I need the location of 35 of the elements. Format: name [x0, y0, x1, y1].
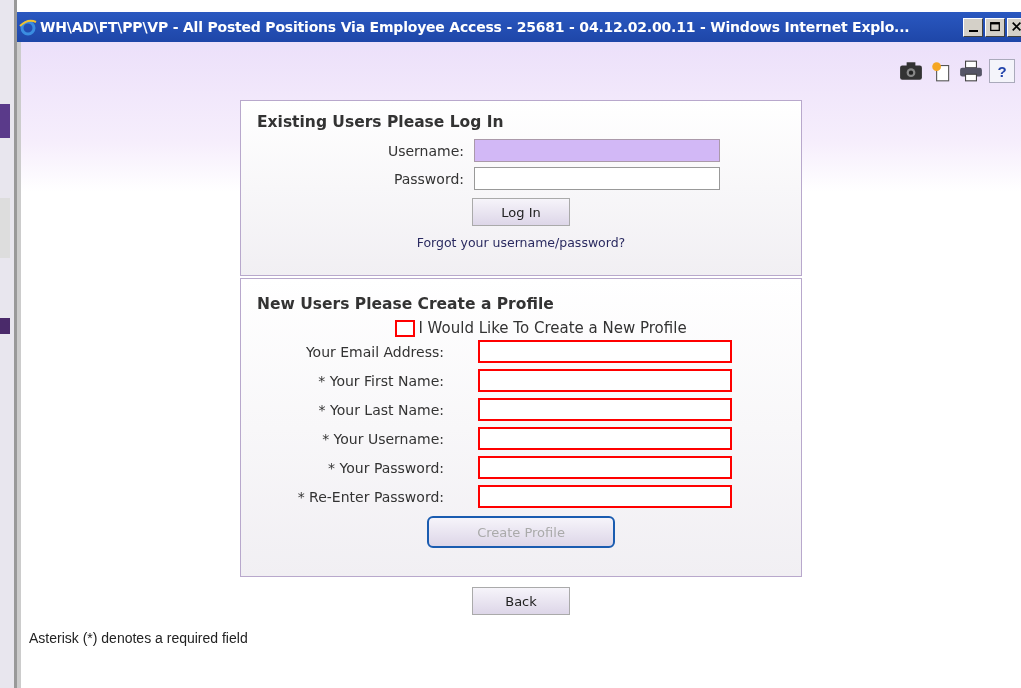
field-label: * Your Username:: [321, 430, 444, 447]
checkbox-label: I Would Like To Create a New Profile: [418, 319, 687, 337]
maximize-button[interactable]: [985, 17, 1005, 37]
minimize-button[interactable]: [963, 17, 983, 37]
field-label: * Your Last Name:: [317, 401, 444, 418]
minimize-icon: [968, 30, 978, 32]
section-heading: New Users Please Create a Profile: [257, 295, 555, 313]
login-button[interactable]: Log In: [472, 198, 570, 226]
close-icon: [1010, 21, 1021, 33]
section-heading: Existing Users Please Log In: [257, 113, 505, 131]
close-button[interactable]: [1007, 17, 1021, 37]
field-label: * Your Password:: [327, 459, 444, 476]
input-field[interactable]: [478, 456, 732, 479]
forgot-link[interactable]: Forgot your username/password?: [416, 235, 626, 250]
input-field[interactable]: [478, 427, 732, 450]
input-field[interactable]: [478, 340, 732, 363]
input-field[interactable]: [478, 369, 732, 392]
input-field[interactable]: [478, 398, 732, 421]
browser-logo-icon: [19, 18, 37, 36]
print-icon[interactable]: [959, 60, 983, 82]
field-label: * Re-Enter Password:: [296, 488, 444, 505]
back-button[interactable]: Back: [472, 587, 570, 615]
field-label: Your Email Address:: [304, 343, 444, 360]
input-field[interactable]: [474, 139, 720, 162]
field-label: Password:: [392, 170, 464, 187]
window-title: WH\AD\FT\PP\VP - All Posted Positions Via Employee Access - 25681 - 04.12.02.00.11 - Windows Internet Explo...: [40, 19, 911, 35]
help-button[interactable]: ?: [989, 59, 1015, 83]
field-label: Username:: [386, 142, 464, 159]
field-label: * Your First Name:: [317, 372, 444, 389]
input-field[interactable]: [474, 167, 720, 190]
footnote: Asterisk (*) denotes a required field: [29, 630, 249, 646]
checkbox[interactable]: [395, 320, 416, 337]
maximize-icon: [988, 21, 1002, 33]
input-field[interactable]: [478, 485, 732, 508]
camera-icon[interactable]: [899, 60, 923, 82]
